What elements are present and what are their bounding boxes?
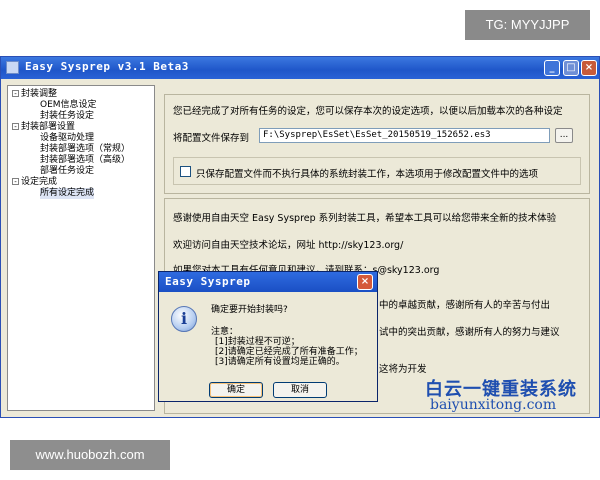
app-icon [6, 61, 19, 74]
config-only-checkbox[interactable] [180, 166, 191, 177]
dialog-title: Easy Sysprep [165, 275, 251, 288]
tree-item-label: OEM信息设定 [40, 100, 97, 110]
dialog-question: 确定要开始封装吗? [211, 305, 288, 315]
minimize-button[interactable]: _ [544, 60, 560, 76]
credits-line-2: 试中的突出贡献，感谢所有人的努力与建议 [379, 327, 560, 338]
main-titlebar[interactable]: Easy Sysprep v3.1 Beta3 _ □ × [1, 57, 599, 79]
tree-item-deploy-options-advanced[interactable]: 封装部署选项（高级） [40, 155, 130, 166]
collapse-icon[interactable]: - [12, 90, 19, 98]
collapse-icon[interactable]: - [12, 178, 19, 186]
save-config-panel: 您已经完成了对所有任务的设定，您可以保存本次的设定选项，以便以后加载本次的各种设… [164, 94, 590, 194]
intro-text: 您已经完成了对所有任务的设定，您可以保存本次的设定选项，以便以后加载本次的各种设… [173, 106, 563, 117]
forum-text: 欢迎访问自由天空技术论坛，网址 http://sky123.org/ [173, 240, 404, 251]
dialog-close-button[interactable]: × [357, 274, 373, 290]
save-path-label: 将配置文件保存到 [173, 133, 250, 144]
tree-item-all-complete[interactable]: 所有设定完成 [40, 188, 95, 199]
info-icon: i [171, 306, 197, 332]
window-title: Easy Sysprep v3.1 Beta3 [25, 60, 189, 73]
tree-item-label: 封装部署选项（常规） [40, 144, 131, 154]
ok-button[interactable]: 确定 [209, 382, 263, 398]
maximize-button[interactable]: □ [563, 60, 579, 76]
tree-item-label: 所有设定完成 [40, 188, 95, 198]
browse-button[interactable]: ... [555, 128, 573, 143]
tree-node-label: 封装调整 [21, 89, 58, 99]
credits-line-1: 中的卓越贡献，感谢所有人的辛苦与付出 [379, 300, 551, 311]
tree-node-label: 封装部署设置 [21, 122, 76, 132]
checkbox-group: 只保存配置文件而不执行具体的系统封装工作，本选项用于修改配置文件中的选项 [173, 157, 581, 185]
tree-node-package-adjust[interactable]: - 封装调整 [12, 89, 57, 100]
tree-item-driver-handling[interactable]: 设备驱动处理 [40, 133, 94, 144]
save-path-input[interactable]: F:\Sysprep\EsSet\EsSet_20150519_152652.e… [259, 128, 550, 143]
tree-item-deploy-tasks[interactable]: 部署任务设定 [40, 166, 94, 177]
collapse-icon[interactable]: - [12, 123, 19, 131]
dialog-note-3: [3]请确定所有设置均是正确的。 [215, 357, 345, 367]
checkbox-label[interactable]: 只保存配置文件而不执行具体的系统封装工作，本选项用于修改配置文件中的选项 [196, 166, 538, 180]
dialog-titlebar[interactable]: Easy Sysprep × [159, 272, 377, 292]
tree-item-package-tasks[interactable]: 封装任务设定 [40, 111, 94, 122]
tree-node-label: 设定完成 [21, 177, 58, 187]
tree-item-label: 封装任务设定 [40, 111, 95, 121]
watermark-url: baiyunxitong.com [430, 397, 557, 413]
site-badge: www.huobozh.com [10, 440, 170, 470]
tree-node-deploy-settings[interactable]: - 封装部署设置 [12, 122, 75, 133]
settings-tree[interactable]: - 封装调整 OEM信息设定 封装任务设定 - 封装部署设置 设备驱动处理 封装部署… [7, 85, 155, 411]
tree-item-label: 部署任务设定 [40, 166, 95, 176]
credits-line-3: 这将为开发 [379, 364, 427, 375]
cancel-button[interactable]: 取消 [273, 382, 327, 398]
tree-item-label: 封装部署选项（高级） [40, 155, 131, 165]
confirm-dialog: Easy Sysprep × i 确定要开始封装吗? 注意： [1]封装过程不可… [158, 271, 378, 402]
tree-item-deploy-options-general[interactable]: 封装部署选项（常规） [40, 144, 130, 155]
thanks-text: 感谢使用自由天空 Easy Sysprep 系列封装工具，希望本工具可以给您带来… [173, 213, 557, 224]
tree-item-label: 设备驱动处理 [40, 133, 95, 143]
tree-node-setup-complete[interactable]: - 设定完成 [12, 177, 57, 188]
close-button[interactable]: × [581, 60, 597, 76]
tree-item-oem-info[interactable]: OEM信息设定 [40, 100, 97, 111]
telegram-badge: TG: MYYJJPP [465, 10, 590, 40]
